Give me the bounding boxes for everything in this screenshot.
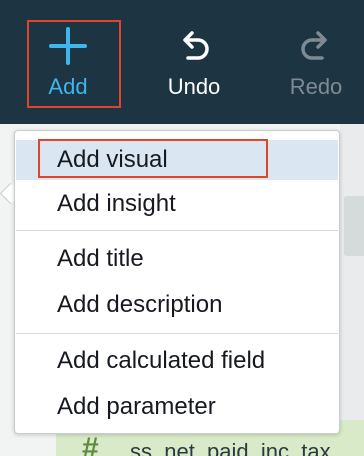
redo-icon bbox=[301, 31, 327, 60]
redo-button-label: Redo bbox=[289, 74, 343, 99]
add-button[interactable]: Add bbox=[14, 0, 122, 124]
top-toolbar: Add Undo Redo bbox=[0, 0, 364, 124]
menu-item-add-title[interactable]: Add title bbox=[16, 239, 338, 279]
hash-icon: # bbox=[82, 432, 99, 456]
menu-divider bbox=[16, 230, 338, 231]
menu-item-add-description[interactable]: Add description bbox=[16, 285, 338, 325]
add-dropdown-menu: Add visual Add insight Add title Add des… bbox=[14, 130, 340, 434]
add-button-label: Add bbox=[48, 74, 88, 99]
undo-button-label: Undo bbox=[167, 74, 221, 99]
field-name: ss_net_paid_inc_tax bbox=[130, 439, 331, 456]
menu-item-add-insight[interactable]: Add insight bbox=[16, 184, 338, 224]
redo-button[interactable]: Redo bbox=[268, 0, 364, 124]
menu-item-add-parameter[interactable]: Add parameter bbox=[16, 387, 338, 427]
menu-item-add-calculated-field[interactable]: Add calculated field bbox=[16, 341, 338, 381]
undo-button[interactable]: Undo bbox=[144, 0, 244, 124]
plus-icon bbox=[49, 27, 87, 65]
menu-item-add-visual[interactable]: Add visual bbox=[16, 140, 338, 180]
menu-divider bbox=[16, 333, 338, 334]
right-panel-edge bbox=[340, 124, 364, 456]
right-panel-tab[interactable] bbox=[344, 196, 364, 256]
undo-icon bbox=[183, 31, 209, 60]
